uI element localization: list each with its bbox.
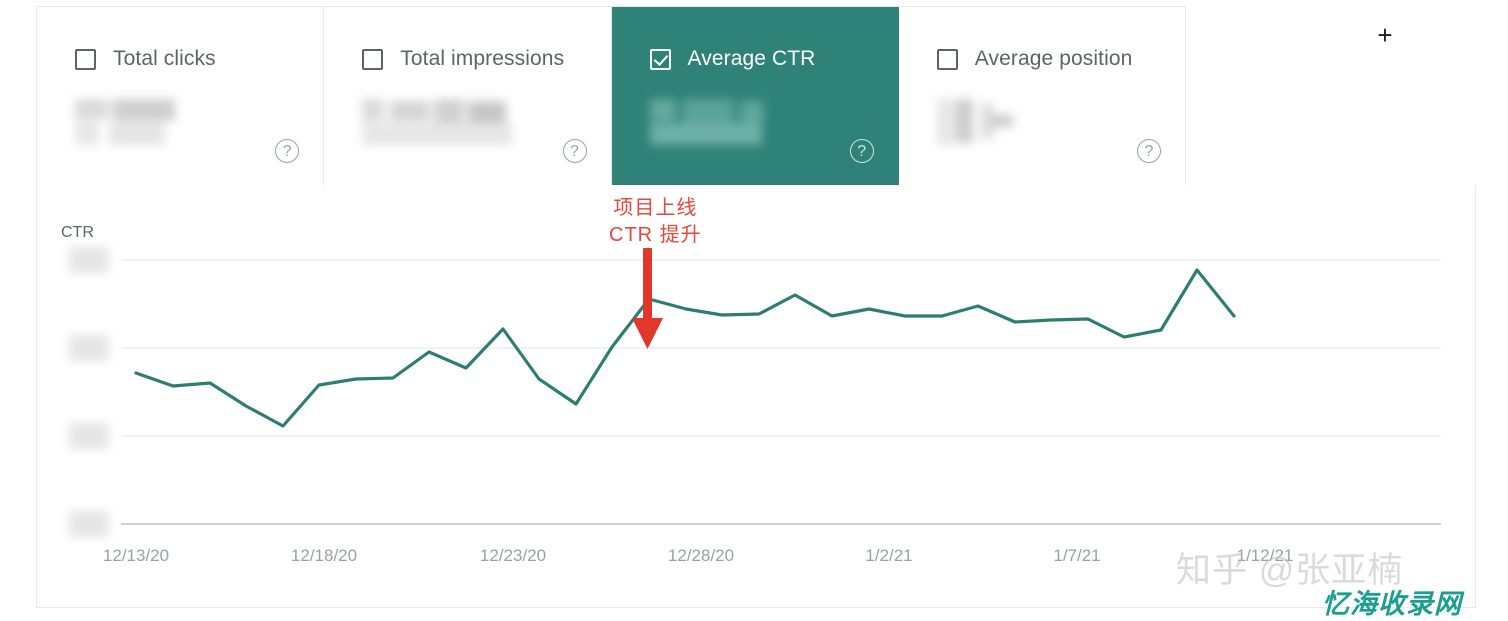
x-tick-label: 12/18/20: [290, 546, 358, 565]
checkbox-average-position[interactable]: [936, 48, 958, 70]
annotation-down-arrow-icon: [632, 248, 663, 349]
metric-card-average-ctr[interactable]: Average CTR ?: [611, 7, 899, 185]
help-circle-icon[interactable]: ?: [275, 139, 300, 163]
help-circle-icon[interactable]: ?: [562, 139, 587, 163]
chart-annotation: 项目上线 CTR 提升: [609, 195, 702, 249]
metric-card-header: Average position: [936, 47, 1133, 71]
x-tick-label: 12/13/20: [102, 546, 170, 565]
metric-card-label: Average position: [974, 47, 1133, 70]
checkbox-average-ctr[interactable]: [649, 48, 671, 70]
y-axis-title: CTR: [61, 224, 94, 241]
annotation-line-2: CTR 提升: [609, 224, 702, 246]
y-tick-redacted: [69, 335, 109, 361]
help-circle-icon[interactable]: ?: [849, 139, 874, 163]
annotation-line-1: 项目上线: [613, 197, 698, 219]
metric-card-label: Total impressions: [400, 47, 565, 70]
metric-card-total-clicks[interactable]: Total clicks ?: [37, 7, 325, 185]
checkbox-total-impressions[interactable]: [362, 48, 384, 70]
y-tick-redacted: [69, 423, 109, 449]
metric-card-label: Total clicks: [113, 47, 216, 70]
y-tick-redacted: [69, 247, 109, 273]
y-tick-redacted: [69, 511, 109, 537]
gridlines: [121, 259, 1441, 437]
metric-card-label: Average CTR: [687, 47, 816, 70]
metric-card-average-position[interactable]: Average position ?: [898, 7, 1185, 185]
help-circle-icon[interactable]: ?: [1137, 139, 1161, 163]
checkbox-total-clicks[interactable]: [75, 48, 96, 70]
x-tick-label: 12/23/20: [479, 546, 547, 565]
metric-card-total-impressions[interactable]: Total impressions ?: [324, 7, 612, 185]
plus-icon[interactable]: +: [1372, 22, 1398, 49]
search-console-performance-panel: Total clicks ? Total impressions ? Avera…: [0, 0, 1508, 621]
metric-cards-row: Total clicks ? Total impressions ? Avera…: [36, 6, 1186, 185]
x-tick-label: 1/7/21: [1053, 546, 1101, 565]
metric-card-header: Total impressions: [362, 47, 564, 71]
watermark-site: 忆海收录网: [1322, 589, 1462, 619]
metric-card-header: Average CTR: [649, 47, 816, 71]
x-tick-label: 1/2/21: [865, 546, 913, 565]
x-tick-label: 12/28/20: [667, 546, 735, 565]
metric-card-header: Total clicks: [75, 47, 216, 71]
